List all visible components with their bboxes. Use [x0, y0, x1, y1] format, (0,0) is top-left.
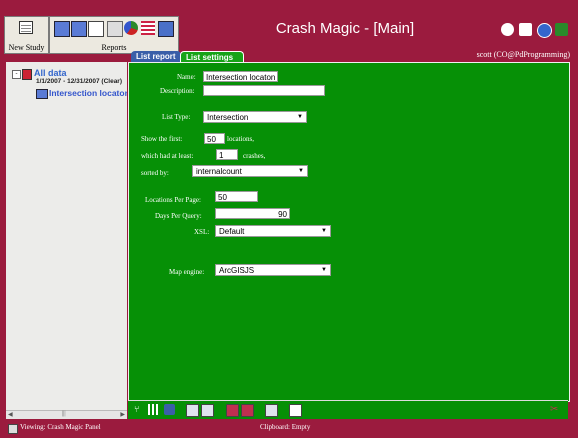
grid-icon[interactable] — [148, 404, 159, 415]
book-icon[interactable] — [519, 23, 532, 36]
export-icon[interactable] — [226, 404, 239, 417]
compass-icon[interactable] — [501, 23, 514, 36]
list-type-label: List Type: — [162, 113, 191, 121]
import-icon[interactable] — [241, 404, 254, 417]
clipboard-status: Clipboard: Empty — [260, 423, 311, 431]
crashes-label: crashes, — [243, 152, 266, 160]
locations-per-page-input[interactable]: 50 — [215, 191, 258, 202]
which-had-input[interactable]: 1 — [216, 149, 238, 160]
which-had-label: which had at least: — [141, 152, 194, 160]
tree-date-range[interactable]: 1/1/2007 - 12/31/2007 (Clear) — [36, 78, 122, 85]
new-study-button[interactable]: New Study — [4, 16, 49, 54]
viewing-status: Viewing: Crash Magic Panel — [20, 423, 101, 431]
tab-list-report[interactable]: List report — [131, 51, 181, 62]
list-report-icon[interactable] — [54, 21, 70, 37]
detail-report-icon[interactable] — [107, 21, 123, 37]
chevron-down-icon: ▼ — [321, 228, 327, 234]
tree-panel: - All data 1/1/2007 - 12/31/2007 (Clear)… — [6, 62, 127, 410]
filter-icon[interactable]: ⑂ — [134, 404, 145, 415]
scroll-thumb-icon[interactable]: ||| — [62, 411, 66, 417]
study-icon[interactable] — [289, 404, 302, 417]
locations-per-page-label: Locations Per Page: — [145, 196, 201, 204]
name-label: Name: — [177, 73, 196, 81]
sorted-by-select[interactable]: internalcount ▼ — [192, 165, 308, 177]
refresh-icon[interactable] — [164, 404, 175, 415]
new-study-icon — [19, 21, 33, 34]
locations-label: locations, — [227, 135, 255, 143]
tree-item-intersection[interactable]: Intersection locaton — [49, 88, 127, 98]
tree-scrollbar[interactable]: ◀ ||| ▶ — [6, 410, 127, 419]
name-input[interactable]: Intersection locaton — [203, 71, 278, 82]
collapse-icon[interactable]: - — [12, 70, 21, 79]
map-engine-label: Map engine: — [169, 268, 205, 276]
settings-panel: Name: Intersection locaton Description: … — [128, 62, 570, 402]
days-per-query-label: Days Per Query: — [155, 212, 202, 220]
xsl-select[interactable]: Default ▼ — [215, 225, 331, 237]
chevron-down-icon: ▼ — [298, 168, 304, 174]
scroll-right-icon[interactable]: ▶ — [120, 411, 125, 418]
reports-toolbar: Reports — [49, 16, 179, 54]
bottom-toolbar: ⑂ ✂ — [128, 400, 568, 419]
edit-icon[interactable] — [265, 404, 278, 417]
exit-icon[interactable] — [555, 23, 568, 36]
map-engine-select[interactable]: ArcGISJS ▼ — [215, 264, 331, 276]
grid-report-icon[interactable] — [88, 21, 104, 37]
show-first-label: Show the first: — [141, 135, 183, 143]
list-type-select[interactable]: Intersection ▼ — [203, 111, 307, 123]
description-input[interactable] — [203, 85, 325, 96]
sorted-by-value: internalcount — [196, 167, 242, 176]
days-per-query-input[interactable]: 90 — [215, 208, 290, 219]
close-panel-icon[interactable]: ✂ — [550, 404, 561, 415]
pie-chart-icon[interactable] — [124, 21, 138, 35]
crosstab-icon[interactable] — [141, 21, 155, 35]
help-icon[interactable] — [537, 23, 552, 38]
status-bar: Viewing: Crash Magic Panel Clipboard: Em… — [0, 422, 578, 434]
map-engine-value: ArcGISJS — [219, 266, 255, 275]
sorted-by-label: sorted by: — [141, 169, 169, 177]
map-report-icon[interactable] — [158, 21, 174, 37]
dataset-icon — [22, 69, 32, 80]
panel-icon — [8, 424, 18, 434]
list-type-value: Intersection — [207, 113, 249, 122]
scroll-left-icon[interactable]: ◀ — [8, 411, 13, 418]
xsl-value: Default — [219, 227, 245, 236]
app-title: Crash Magic - [Main] — [275, 20, 415, 37]
tree-root-label[interactable]: All data — [34, 68, 67, 78]
print-icon[interactable] — [186, 404, 199, 417]
list-item-icon — [36, 89, 48, 99]
user-label: scott (CO@PdProgramming) — [476, 50, 570, 59]
chevron-down-icon: ▼ — [321, 267, 327, 273]
copy-icon[interactable] — [201, 404, 214, 417]
xsl-label: XSL: — [194, 228, 210, 236]
list-report-2-icon[interactable] — [71, 21, 87, 37]
chevron-down-icon: ▼ — [297, 114, 303, 120]
show-first-input[interactable]: 50 — [204, 133, 225, 144]
description-label: Description: — [160, 87, 195, 95]
new-study-label: New Study — [8, 43, 45, 52]
